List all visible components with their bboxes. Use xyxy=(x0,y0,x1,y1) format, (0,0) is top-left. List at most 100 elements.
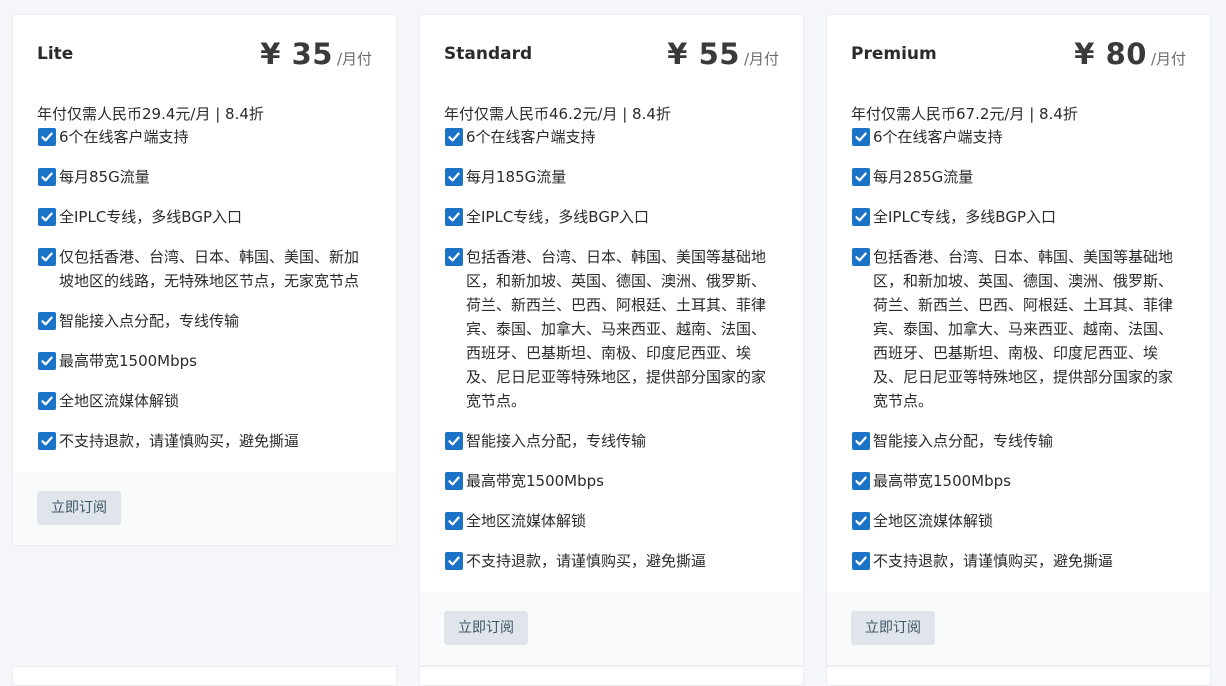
annual-price-note: 年付仅需人民币46.2元/月 | 8.4折 xyxy=(444,105,671,123)
feature-item: 全地区流媒体解锁 xyxy=(444,509,779,533)
checkbox-checked-icon xyxy=(852,248,870,266)
plan-price: ¥ 55/月付 xyxy=(667,37,779,71)
plan-name: Premium xyxy=(851,44,937,64)
feature-item: 全IPLC专线，多线BGP入口 xyxy=(851,205,1186,229)
feature-text: 不支持退款，请谨慎购买，避免撕逼 xyxy=(873,552,1114,570)
feature-text: 全地区流媒体解锁 xyxy=(59,392,180,410)
feature-list: 6个在线客户端支持 每月185G流量全IPLC专线，多线BGP入口包括香港、台湾、… xyxy=(444,125,779,573)
checkbox-checked-icon xyxy=(852,432,870,450)
next-row-card-edge xyxy=(12,666,397,686)
feature-text: 最高带宽1500Mbps xyxy=(873,472,1011,490)
checkbox-checked-icon xyxy=(445,472,463,490)
plan-card-lite: Lite ¥ 35/月付 年付仅需人民币29.4元/月 | 8.4折 6个在线客… xyxy=(12,14,397,546)
feature-text: 全IPLC专线，多线BGP入口 xyxy=(59,208,242,226)
feature-text: 6个在线客户端支持 xyxy=(466,128,596,146)
feature-item: 最高带宽1500Mbps xyxy=(444,469,779,493)
checkbox-checked-icon xyxy=(852,472,870,490)
feature-item: 全IPLC专线，多线BGP入口 xyxy=(444,205,779,229)
feature-text: 最高带宽1500Mbps xyxy=(466,472,604,490)
plan-price: ¥ 35/月付 xyxy=(260,37,372,71)
feature-text: 每月85G流量 xyxy=(59,168,150,186)
plan-header: Standard ¥ 55/月付 xyxy=(444,37,779,97)
plan-card-premium: Premium ¥ 80/月付 年付仅需人民币67.2元/月 | 8.4折 6个… xyxy=(826,14,1211,666)
feature-text: 不支持退款，请谨慎购买，避免撕逼 xyxy=(466,552,707,570)
plan-name: Standard xyxy=(444,44,533,64)
feature-text: 仅包括香港、台湾、日本、韩国、美国、新加坡地区的线路，无特殊地区节点，无家宽节点 xyxy=(59,248,360,290)
feature-text: 全地区流媒体解锁 xyxy=(873,512,994,530)
feature-item: 全地区流媒体解锁 xyxy=(851,509,1186,533)
price-amount: ¥ 35 xyxy=(260,37,333,71)
feature-text: 智能接入点分配，专线传输 xyxy=(466,432,647,450)
feature-text: 6个在线客户端支持 xyxy=(59,128,189,146)
feature-text: 每月185G流量 xyxy=(466,168,567,186)
feature-text: 包括香港、台湾、日本、韩国、美国等基础地区，和新加坡、英国、德国、澳洲、俄罗斯、… xyxy=(873,248,1174,410)
annual-price-note: 年付仅需人民币29.4元/月 | 8.4折 xyxy=(37,105,264,123)
price-unit: /月付 xyxy=(336,50,372,68)
feature-text: 最高带宽1500Mbps xyxy=(59,352,197,370)
feature-item: 最高带宽1500Mbps xyxy=(851,469,1186,493)
next-row-card-edge xyxy=(419,666,804,686)
feature-list: 6个在线客户端支持 每月85G流量全IPLC专线，多线BGP入口仅包括香港、台湾、… xyxy=(37,125,372,453)
price-unit: /月付 xyxy=(1150,50,1186,68)
plan-header: Lite ¥ 35/月付 xyxy=(37,37,372,97)
checkbox-checked-icon xyxy=(445,168,463,186)
feature-text: 智能接入点分配，专线传输 xyxy=(873,432,1054,450)
checkbox-checked-icon xyxy=(38,352,56,370)
feature-item: 每月285G流量 xyxy=(851,165,1186,189)
plan-card-body: Lite ¥ 35/月付 年付仅需人民币29.4元/月 | 8.4折 6个在线客… xyxy=(13,15,396,453)
subscribe-button[interactable]: 立即订阅 xyxy=(37,491,121,525)
feature-text: 全IPLC专线，多线BGP入口 xyxy=(466,208,649,226)
feature-item: 6个在线客户端支持 xyxy=(851,125,1186,149)
next-row-card-edge xyxy=(826,666,1211,686)
checkbox-checked-icon xyxy=(445,512,463,530)
feature-item: 每月85G流量 xyxy=(37,165,372,189)
feature-item: 最高带宽1500Mbps xyxy=(37,349,372,373)
plan-card-body: Standard ¥ 55/月付 年付仅需人民币46.2元/月 | 8.4折 6… xyxy=(420,15,803,573)
checkbox-checked-icon xyxy=(445,208,463,226)
feature-text: 全地区流媒体解锁 xyxy=(466,512,587,530)
feature-list: 6个在线客户端支持 每月285G流量全IPLC专线，多线BGP入口包括香港、台湾、… xyxy=(851,125,1186,573)
checkbox-checked-icon xyxy=(38,312,56,330)
feature-item: 包括香港、台湾、日本、韩国、美国等基础地区，和新加坡、英国、德国、澳洲、俄罗斯、… xyxy=(444,245,779,413)
price-amount: ¥ 80 xyxy=(1074,37,1147,71)
feature-item: 不支持退款，请谨慎购买，避免撕逼 xyxy=(444,549,779,573)
feature-item: 全IPLC专线，多线BGP入口 xyxy=(37,205,372,229)
feature-text: 全IPLC专线，多线BGP入口 xyxy=(873,208,1056,226)
checkbox-checked-icon xyxy=(445,248,463,266)
feature-item: 不支持退款，请谨慎购买，避免撕逼 xyxy=(37,429,372,453)
plan-header: Premium ¥ 80/月付 xyxy=(851,37,1186,97)
checkbox-checked-icon xyxy=(852,208,870,226)
feature-item: 6个在线客户端支持 xyxy=(37,125,372,149)
price-amount: ¥ 55 xyxy=(667,37,740,71)
checkbox-checked-icon xyxy=(38,392,56,410)
feature-text: 包括香港、台湾、日本、韩国、美国等基础地区，和新加坡、英国、德国、澳洲、俄罗斯、… xyxy=(466,248,767,410)
feature-item: 仅包括香港、台湾、日本、韩国、美国、新加坡地区的线路，无特殊地区节点，无家宽节点 xyxy=(37,245,372,293)
checkbox-checked-icon xyxy=(852,168,870,186)
feature-text: 每月285G流量 xyxy=(873,168,974,186)
checkbox-checked-icon xyxy=(38,248,56,266)
checkbox-checked-icon xyxy=(852,552,870,570)
feature-item: 智能接入点分配，专线传输 xyxy=(37,309,372,333)
plan-card-footer: 立即订阅 xyxy=(420,592,803,665)
checkbox-checked-icon xyxy=(852,128,870,146)
checkbox-checked-icon xyxy=(38,432,56,450)
checkbox-checked-icon xyxy=(445,128,463,146)
plan-card-footer: 立即订阅 xyxy=(13,472,396,545)
annual-price-note: 年付仅需人民币67.2元/月 | 8.4折 xyxy=(851,105,1078,123)
checkbox-checked-icon xyxy=(445,552,463,570)
feature-item: 智能接入点分配，专线传输 xyxy=(444,429,779,453)
subscribe-button[interactable]: 立即订阅 xyxy=(444,611,528,645)
checkbox-checked-icon xyxy=(38,168,56,186)
plan-name: Lite xyxy=(37,44,74,64)
feature-item: 每月185G流量 xyxy=(444,165,779,189)
feature-text: 6个在线客户端支持 xyxy=(873,128,1003,146)
feature-item: 6个在线客户端支持 xyxy=(444,125,779,149)
feature-item: 包括香港、台湾、日本、韩国、美国等基础地区，和新加坡、英国、德国、澳洲、俄罗斯、… xyxy=(851,245,1186,413)
checkbox-checked-icon xyxy=(852,512,870,530)
subscribe-button[interactable]: 立即订阅 xyxy=(851,611,935,645)
feature-item: 不支持退款，请谨慎购买，避免撕逼 xyxy=(851,549,1186,573)
feature-item: 全地区流媒体解锁 xyxy=(37,389,372,413)
feature-text: 不支持退款，请谨慎购买，避免撕逼 xyxy=(59,432,300,450)
checkbox-checked-icon xyxy=(445,432,463,450)
checkbox-checked-icon xyxy=(38,208,56,226)
